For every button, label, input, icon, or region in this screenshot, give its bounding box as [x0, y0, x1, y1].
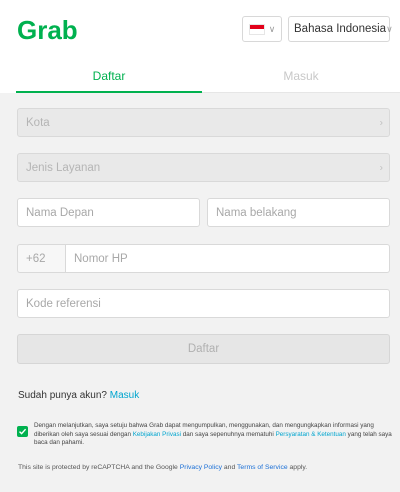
google-privacy-link[interactable]: Privacy Policy [180, 464, 222, 471]
tab-masuk[interactable]: Masuk [202, 60, 400, 93]
checkmark-icon [19, 428, 27, 435]
tab-daftar[interactable]: Daftar [16, 60, 202, 93]
chevron-right-icon: › [379, 117, 383, 128]
submit-button[interactable]: Daftar [17, 334, 390, 364]
recaptcha-and: and [222, 464, 238, 471]
consent-text: Dengan melanjutkan, saya setuju bahwa Gr… [34, 422, 392, 448]
header: Grab ∨ Bahasa Indonesia ∨ [0, 0, 400, 60]
first-name-input[interactable]: Nama Depan [17, 198, 200, 227]
language-select[interactable]: Bahasa Indonesia ∨ [288, 16, 393, 42]
language-label: Bahasa Indonesia [294, 23, 387, 35]
city-select[interactable]: Kota › [17, 108, 390, 137]
chevron-right-icon: › [379, 162, 383, 173]
recaptcha-part2: apply. [287, 464, 308, 471]
logo-text: Grab [17, 15, 78, 45]
login-prompt: Sudah punya akun? Masuk [18, 390, 139, 401]
phone-prefix: +62 [26, 252, 46, 265]
service-type-select[interactable]: Jenis Layanan › [17, 153, 390, 182]
consent-part2: dan saya sepenuhnya mematuhi [181, 430, 276, 438]
privacy-policy-link[interactable]: Kebijakan Privasi [133, 431, 181, 438]
auth-tabs: Daftar Masuk [0, 60, 400, 93]
service-type-placeholder: Jenis Layanan [26, 161, 101, 174]
first-name-placeholder: Nama Depan [26, 206, 94, 219]
chevron-down-icon: ∨ [386, 23, 393, 34]
consent-checkbox[interactable] [17, 426, 28, 437]
recaptcha-part1: This site is protected by reCAPTCHA and … [18, 464, 180, 471]
last-name-input[interactable]: Nama belakang [207, 198, 390, 227]
phone-input[interactable]: Nomor HP [65, 244, 390, 273]
indonesia-flag-icon [248, 23, 265, 35]
phone-country-code[interactable]: +62 [17, 244, 66, 273]
terms-link[interactable]: Persyaratan & Ketentuan [276, 431, 346, 438]
login-link[interactable]: Masuk [110, 390, 139, 401]
last-name-placeholder: Nama belakang [216, 206, 297, 219]
city-placeholder: Kota [26, 116, 50, 129]
phone-placeholder: Nomor HP [74, 252, 128, 265]
google-terms-link[interactable]: Terms of Service [237, 464, 288, 471]
chevron-down-icon: ∨ [268, 23, 276, 34]
grab-logo[interactable]: Grab [16, 14, 80, 46]
referral-code-input[interactable]: Kode referensi [17, 289, 390, 318]
recaptcha-notice: This site is protected by reCAPTCHA and … [18, 464, 390, 471]
login-prompt-text: Sudah punya akun? [18, 390, 107, 401]
referral-placeholder: Kode referensi [26, 297, 101, 310]
language-flag-dropdown[interactable]: ∨ [242, 16, 282, 42]
